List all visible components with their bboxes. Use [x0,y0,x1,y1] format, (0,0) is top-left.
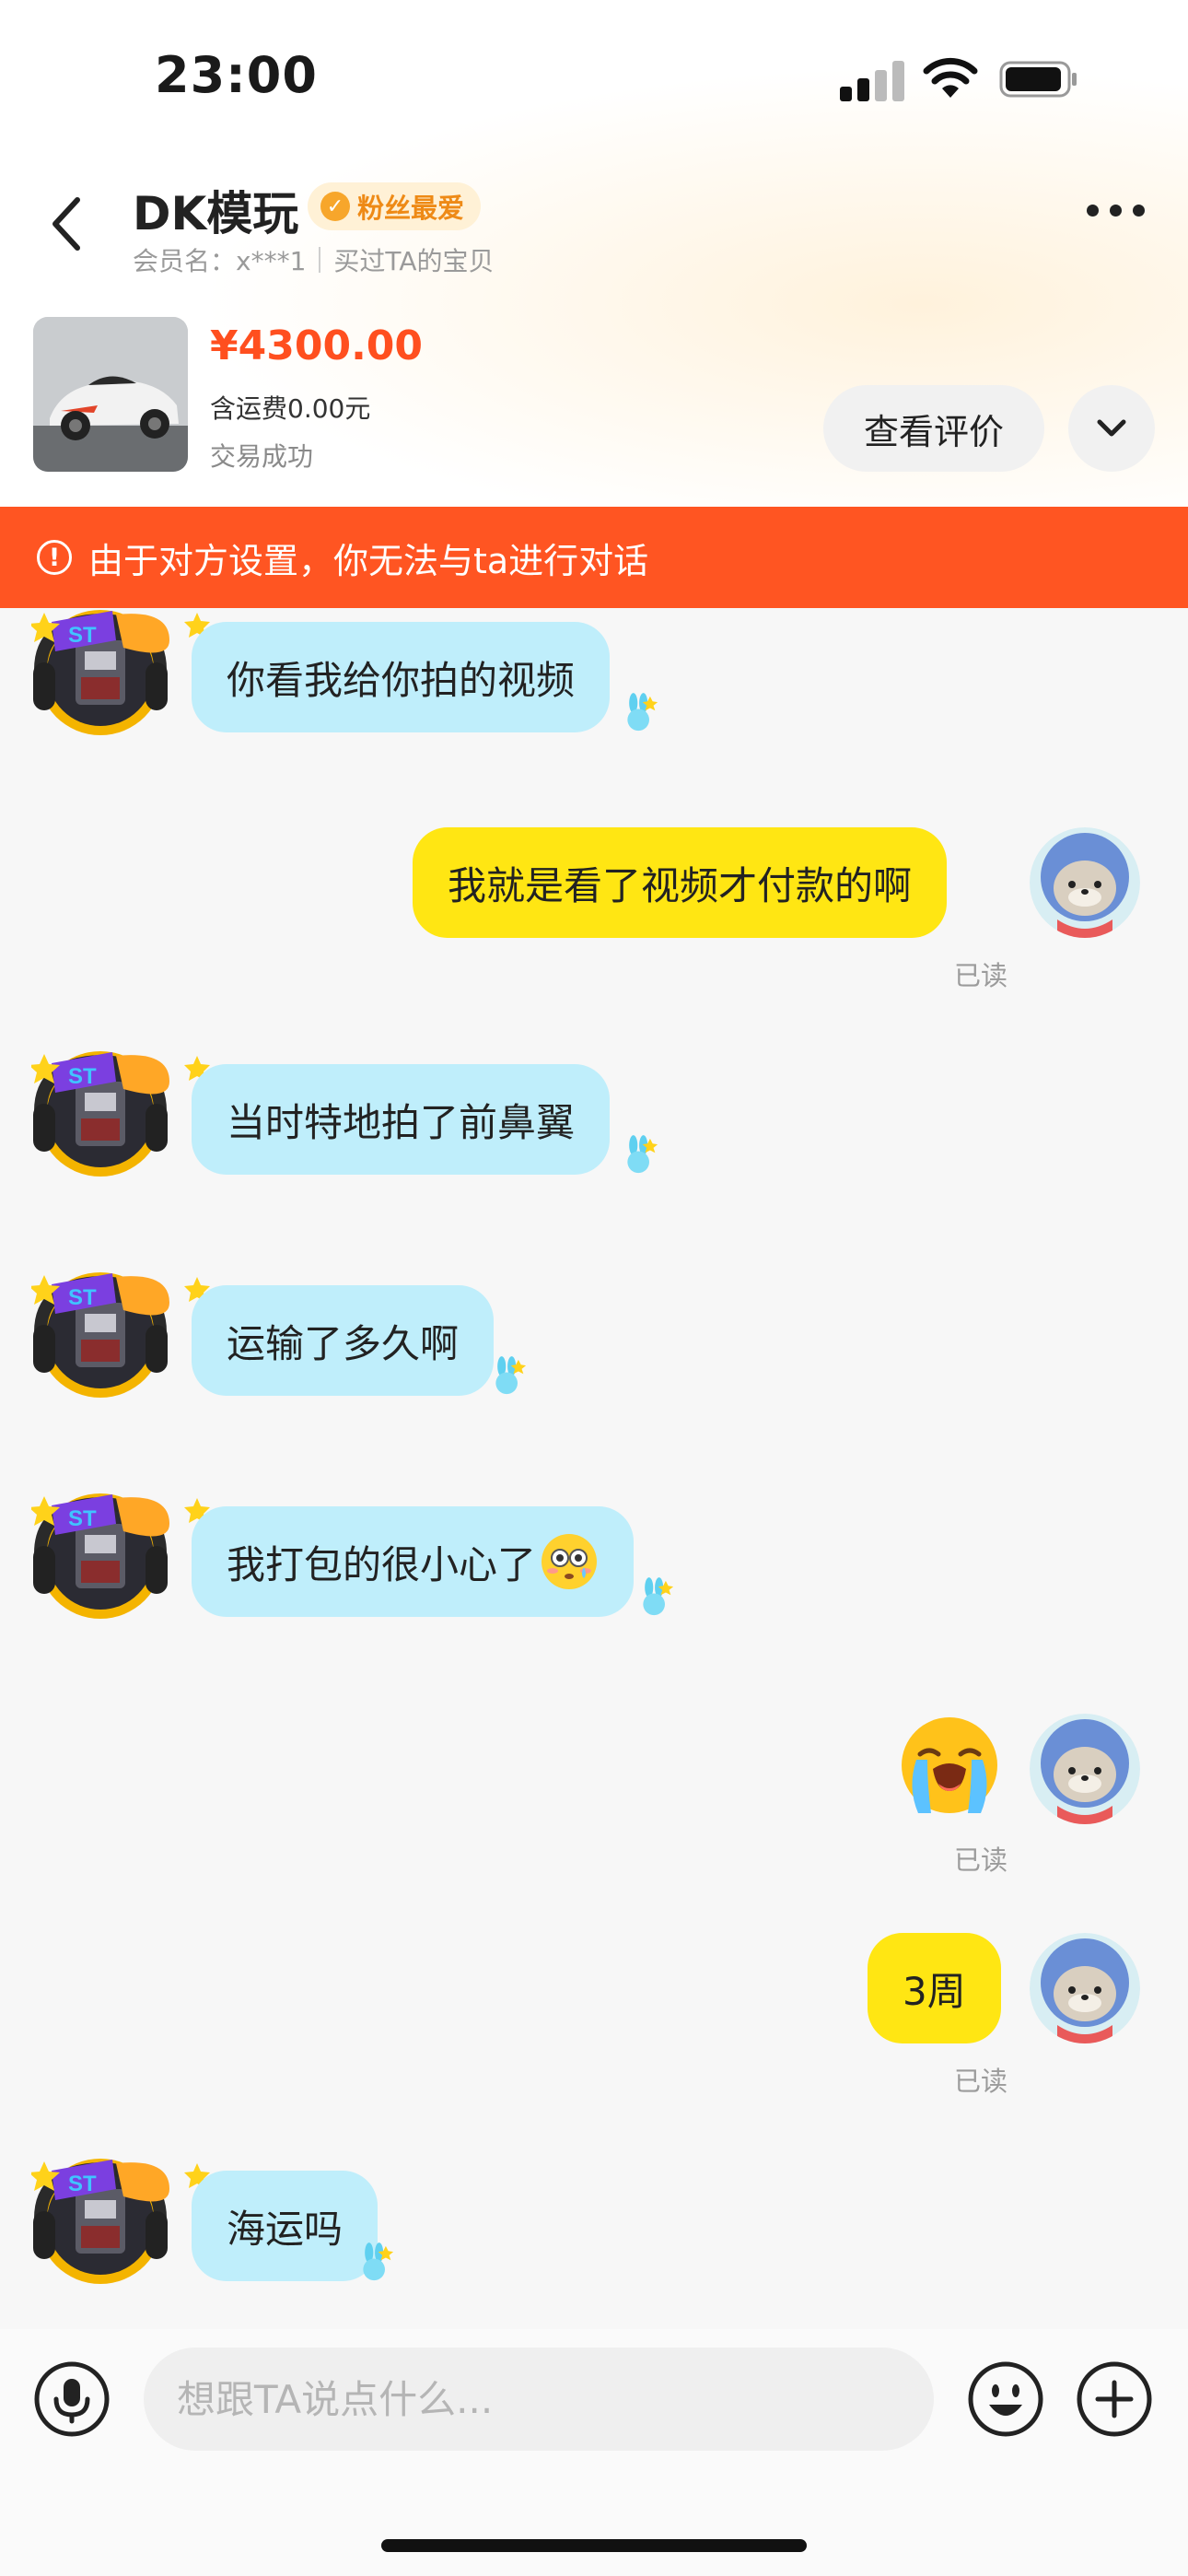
read-receipt: 已读 [954,1844,1008,1876]
flushed-face-emoji-icon [542,1534,598,1589]
bunny-decoration-icon [627,693,658,732]
shop-avatar[interactable] [31,2152,169,2290]
fan-favorite-badge: ✓ 粉丝最爱 [308,182,482,230]
read-receipt: 已读 [954,960,1008,991]
status-time: 23:00 [155,46,318,104]
my-avatar[interactable] [1030,1933,1140,2043]
shop-avatar[interactable] [31,1266,169,1404]
warning-icon: ! [37,540,72,575]
member-info: 会员名：x***1 买过TA的宝贝 [133,241,494,278]
message-text: 我打包的很小心了 [227,1541,537,1587]
message-bubble-incoming[interactable]: 海运吗 [192,2171,379,2281]
expand-button[interactable] [1068,385,1155,472]
my-avatar[interactable] [1030,1714,1140,1824]
wifi-icon [923,57,978,98]
shipping-fee: 含运费0.00元 [210,393,371,424]
bunny-decoration-icon [363,2242,394,2281]
chevron-down-icon [1097,419,1126,437]
message-bubble-outgoing[interactable]: 3周 [868,1933,1001,2043]
shop-avatar[interactable] [31,1487,169,1625]
more-options-button[interactable] [1087,205,1145,217]
message-bubble-incoming[interactable]: 我打包的很小心了 [192,1506,635,1617]
divider [319,247,321,273]
more-dots-icon [1087,205,1099,217]
message-bubble-incoming[interactable]: 当时特地拍了前鼻翼 [192,1064,611,1175]
battery-icon [999,61,1077,98]
shop-avatar[interactable] [31,1045,169,1183]
member-name: 会员名：x***1 [133,246,307,276]
message-bubble-incoming[interactable]: 运输了多久啊 [192,1285,495,1396]
message-bubble-incoming[interactable]: 你看我给你拍的视频 [192,622,611,732]
my-avatar[interactable] [1030,827,1140,938]
view-review-button[interactable]: 查看评价 [823,385,1044,472]
product-price: ¥4300.00 [210,322,424,369]
smiley-icon[interactable] [967,2360,1044,2438]
bunny-decoration-icon [643,1577,674,1616]
plus-icon[interactable] [1076,2360,1153,2438]
message-input[interactable] [144,2348,934,2451]
shop-avatar[interactable] [31,603,169,742]
trade-status: 交易成功 [210,441,314,472]
home-indicator[interactable] [381,2539,807,2552]
bunny-decoration-icon [627,1135,658,1174]
bunny-decoration-icon [495,1356,527,1395]
shield-check-icon: ✓ [320,192,350,221]
product-thumbnail[interactable] [33,317,188,472]
badge-label: 粉丝最爱 [357,193,465,224]
purchase-tag: 买过TA的宝贝 [333,246,495,276]
banner-text: 由于对方设置，你无法与ta进行对话 [88,540,649,581]
read-receipt: 已读 [954,2066,1008,2097]
chevron-left-icon [52,197,80,251]
cellular-signal-icon [840,61,904,101]
restriction-banner: ! 由于对方设置，你无法与ta进行对话 [0,507,1188,608]
back-button[interactable] [39,189,94,259]
car-image [33,317,188,472]
message-bubble-outgoing[interactable]: 我就是看了视频才付款的啊 [413,827,948,938]
shop-name[interactable]: DK模玩 [133,177,298,243]
microphone-icon[interactable] [33,2360,111,2438]
loudly-crying-face-emoji-icon[interactable] [898,1714,1001,1817]
